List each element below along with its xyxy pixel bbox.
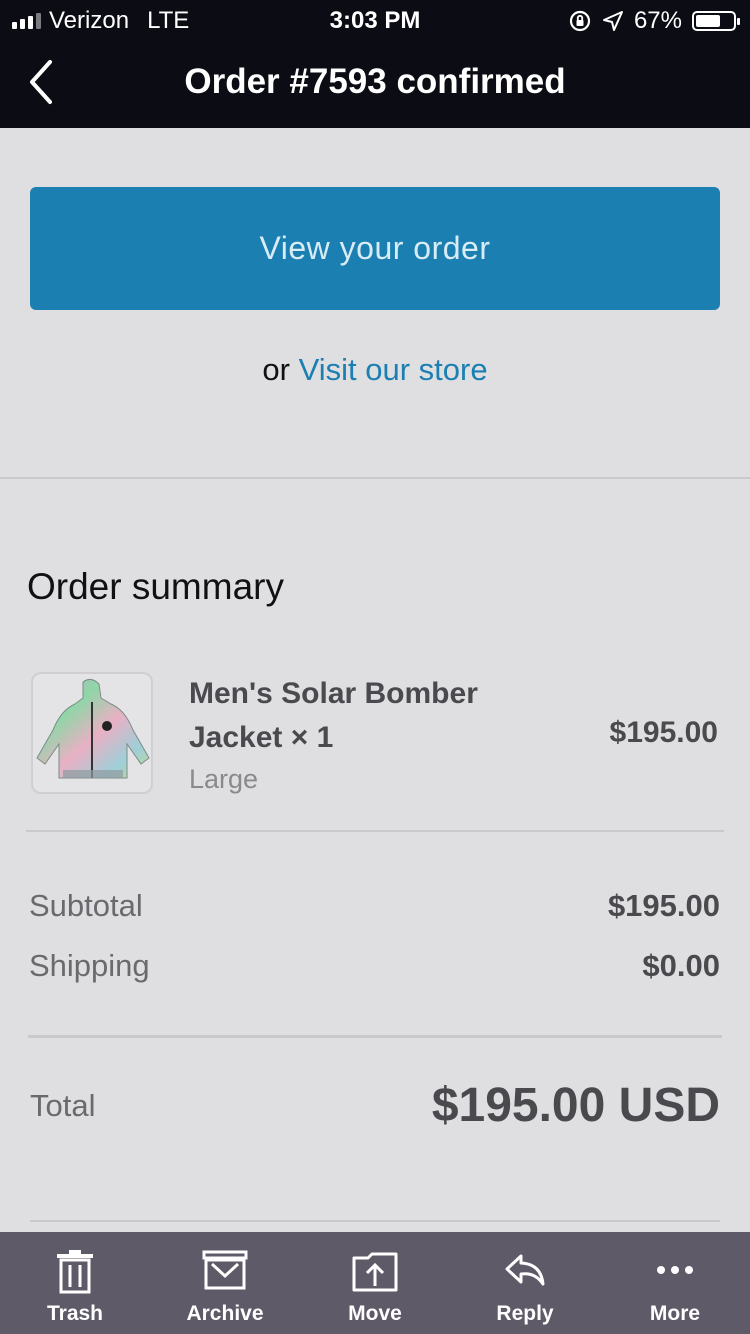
- shipping-value: $0.00: [642, 948, 720, 983]
- reply-icon: [505, 1254, 545, 1286]
- product-thumbnail: [31, 672, 153, 794]
- move-button[interactable]: Move: [300, 1232, 450, 1334]
- item-name: Men's Solar Bomber Jacket × 1: [189, 677, 478, 754]
- visit-store-line: or Visit our store: [0, 352, 750, 388]
- status-bar: Verizon LTE 3:03 PM 67%: [0, 0, 750, 42]
- page-title: Order #7593 confirmed: [184, 62, 566, 101]
- visit-store-link[interactable]: Visit our store: [299, 352, 488, 387]
- top-bar: Verizon LTE 3:03 PM 67% Order #7593 conf…: [0, 0, 750, 128]
- subtotal-value: $195.00: [607, 888, 720, 923]
- trash-icon: [57, 1250, 93, 1294]
- total-label: Total: [30, 1088, 96, 1123]
- shipping-label: Shipping: [29, 948, 150, 983]
- jacket-image: [36, 678, 150, 779]
- section-divider: [0, 477, 750, 479]
- total-value: $195.00 USD: [431, 1079, 720, 1132]
- move-icon: [352, 1252, 398, 1292]
- totals-divider: [28, 1035, 722, 1038]
- reply-button[interactable]: Reply: [450, 1232, 600, 1334]
- archive-icon: [202, 1250, 248, 1290]
- archive-label: Archive: [186, 1302, 264, 1325]
- more-label: More: [649, 1302, 701, 1325]
- view-order-button[interactable]: View your order: [30, 187, 720, 310]
- battery-percent: 67%: [633, 7, 682, 34]
- subtotal-label: Subtotal: [29, 888, 143, 923]
- more-button[interactable]: More: [600, 1232, 750, 1334]
- item-variant: Large: [189, 764, 259, 794]
- trash-label: Trash: [46, 1302, 104, 1325]
- bottom-divider: [30, 1220, 720, 1222]
- order-summary-title: Order summary: [27, 566, 284, 607]
- trash-button[interactable]: Trash: [0, 1232, 150, 1334]
- item-price: $195.00: [609, 716, 718, 749]
- mail-toolbar: Trash Archive Move Reply More: [0, 1232, 750, 1334]
- archive-button[interactable]: Archive: [150, 1232, 300, 1334]
- move-label: Move: [348, 1302, 402, 1325]
- more-icon: [657, 1266, 693, 1274]
- items-divider: [26, 830, 724, 832]
- reply-label: Reply: [496, 1302, 554, 1325]
- location-arrow-icon: [602, 11, 623, 31]
- battery-icon: [692, 11, 740, 31]
- status-right: 67%: [568, 7, 740, 35]
- or-text: or: [262, 352, 290, 387]
- orientation-lock-icon: [569, 10, 591, 32]
